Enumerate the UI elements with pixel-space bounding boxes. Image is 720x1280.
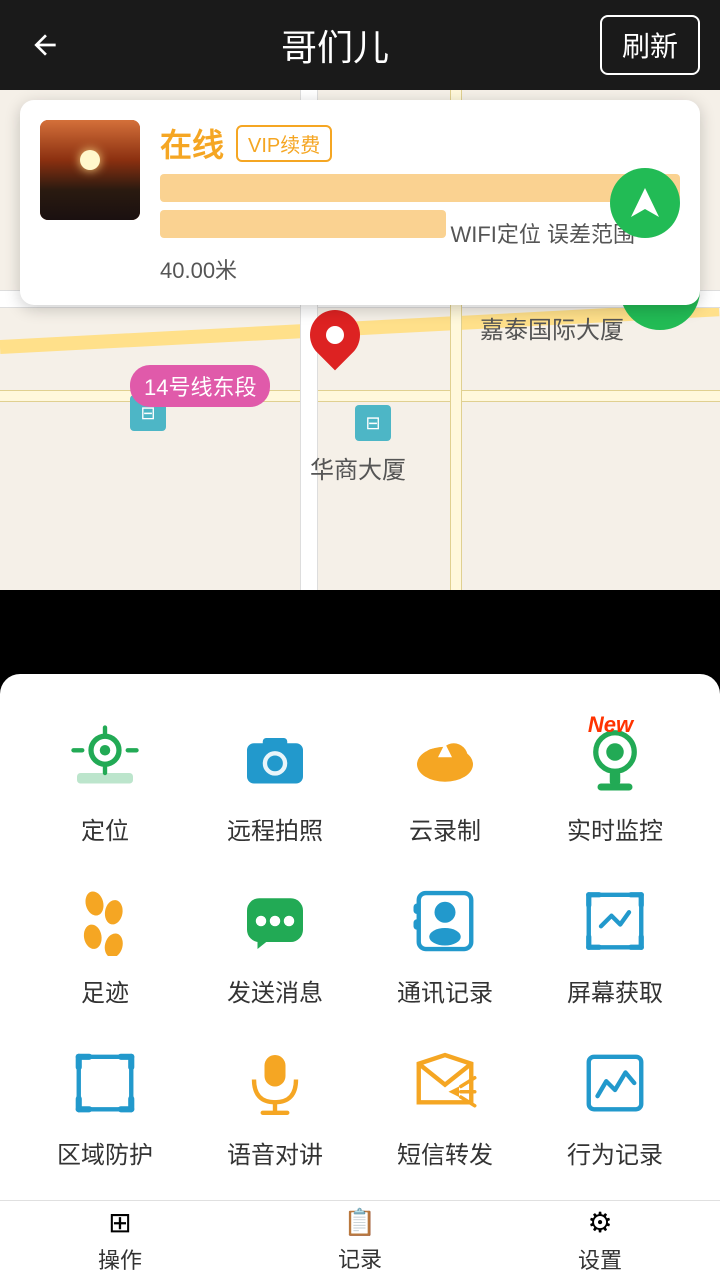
feature-grid: 定位 远程拍照 云录制	[20, 704, 700, 1190]
grid-item-behavior[interactable]: 行为记录	[530, 1028, 700, 1190]
tab-operation-label: 操作	[98, 1243, 142, 1275]
tab-bar: ⊞ 操作 📋 记录 ⚙ 设置	[0, 1200, 720, 1280]
grid-label-region: 区域防护	[57, 1135, 153, 1170]
avatar	[40, 120, 140, 220]
location-bar-1	[160, 174, 680, 202]
tab-records-label: 记录	[338, 1242, 382, 1274]
grid-label-cloud-record: 云录制	[409, 811, 481, 846]
operation-icon: ⊞	[108, 1206, 131, 1239]
grid-label-location: 定位	[81, 811, 129, 846]
grid-item-footprint[interactable]: 足迹	[20, 866, 190, 1028]
grid-item-monitor[interactable]: New 实时监控	[530, 704, 700, 866]
wifi-text: WIFI定位 误差范围	[450, 222, 635, 247]
card-nav-button[interactable]	[610, 168, 680, 238]
map-pin	[310, 310, 360, 360]
grid-item-screenshot[interactable]: 屏幕获取	[530, 866, 700, 1028]
grid-item-region[interactable]: 区域防护	[20, 1028, 190, 1190]
vip-badge[interactable]: VIP续费	[236, 125, 332, 162]
grid-label-monitor: 实时监控	[567, 811, 663, 846]
new-badge-monitor: New	[588, 712, 633, 738]
grid-item-remote-photo[interactable]: 远程拍照	[190, 704, 360, 866]
grid-item-send-message[interactable]: 发送消息	[190, 866, 360, 1028]
grid-label-sms: 短信转发	[397, 1135, 493, 1170]
map-label-building2: 华商大厦	[310, 450, 406, 485]
location-bar-2	[160, 210, 446, 238]
tab-records[interactable]: 📋 记录	[240, 1207, 480, 1274]
grid-item-voice[interactable]: 语音对讲	[190, 1028, 360, 1190]
map-label-building1: 嘉泰国际大厦	[480, 310, 624, 345]
grid-item-cloud-record[interactable]: 云录制	[360, 704, 530, 866]
info-card: 在线 VIP续费 WIFI定位 误差范围 40.00米	[20, 100, 700, 305]
settings-icon: ⚙	[587, 1206, 612, 1239]
grid-label-voice: 语音对讲	[227, 1135, 323, 1170]
tab-settings[interactable]: ⚙ 设置	[480, 1206, 720, 1275]
tab-operation[interactable]: ⊞ 操作	[0, 1206, 240, 1275]
grid-label-behavior: 行为记录	[567, 1135, 663, 1170]
grid-item-contacts[interactable]: 通讯记录	[360, 866, 530, 1028]
grid-item-location[interactable]: 定位	[20, 704, 190, 866]
error-range: 40.00米	[160, 253, 680, 285]
page-title: 哥们儿	[281, 19, 389, 71]
back-button[interactable]	[20, 20, 70, 70]
refresh-button[interactable]: 刷新	[600, 15, 700, 75]
info-content: 在线 VIP续费 WIFI定位 误差范围 40.00米	[160, 120, 680, 285]
grid-label-screenshot: 屏幕获取	[567, 973, 663, 1008]
grid-label-send-message: 发送消息	[227, 973, 323, 1008]
records-icon: 📋	[344, 1207, 376, 1238]
status-text: 在线	[160, 120, 224, 166]
grid-label-remote-photo: 远程拍照	[227, 811, 323, 846]
grid-label-contacts: 通讯记录	[397, 973, 493, 1008]
bottom-panel: 定位 远程拍照 云录制	[0, 674, 720, 1200]
header: 哥们儿 刷新	[0, 0, 720, 90]
grid-label-footprint: 足迹	[81, 973, 129, 1008]
grid-item-sms[interactable]: 短信转发	[360, 1028, 530, 1190]
tab-settings-label: 设置	[578, 1243, 622, 1275]
building-icon-4	[355, 405, 391, 441]
metro-tag: 14号线东段	[130, 365, 270, 407]
